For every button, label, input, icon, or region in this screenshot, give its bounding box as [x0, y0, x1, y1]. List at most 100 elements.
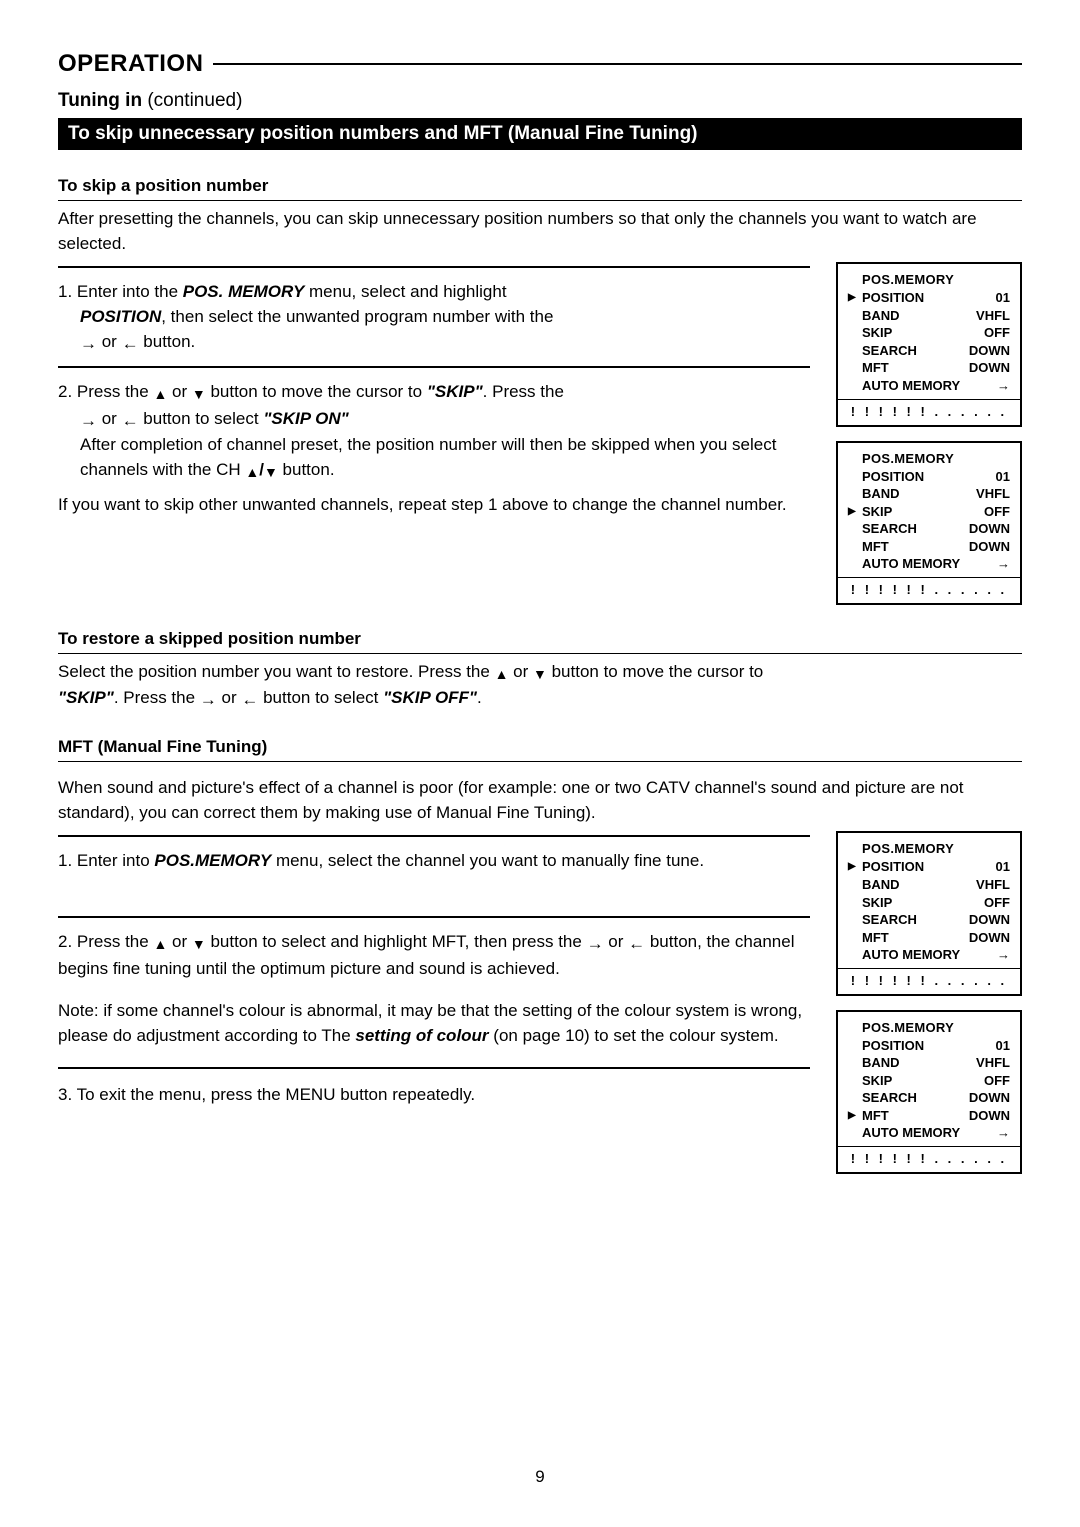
t: 3. To exit the menu, press the MENU butt…: [58, 1083, 810, 1108]
pos-memory-label: POS. MEMORY: [183, 282, 305, 301]
t: button.: [278, 460, 335, 479]
t: or: [167, 932, 192, 951]
osd-row-label: SKIP: [862, 894, 892, 912]
osd-row-label: SEARCH: [862, 1089, 917, 1107]
mft-step-2: 2. Press the or button to select and hig…: [58, 916, 810, 981]
osd-row-label: AUTO MEMORY: [862, 555, 960, 573]
triangle-up-icon: [153, 932, 167, 957]
osd-row-val: DOWN: [969, 1107, 1010, 1125]
t: 2. Press the: [58, 382, 153, 401]
arrow-right-icon: [587, 932, 604, 957]
osd-row-label: POSITION: [862, 468, 924, 486]
osd-row-val: VHFL: [976, 876, 1010, 894]
t: or: [217, 688, 242, 707]
osd-row-label: MFT: [862, 1107, 889, 1125]
osd-row-val: OFF: [984, 324, 1010, 342]
osd-row-val: VHFL: [976, 307, 1010, 325]
osd-row-val: DOWN: [969, 911, 1010, 929]
mft-heading: MFT (Manual Fine Tuning): [58, 737, 1022, 757]
rule: [58, 653, 1022, 654]
skip-on-label: "SKIP ON": [263, 409, 348, 428]
t: .: [477, 688, 482, 707]
subtitle-bold: Tuning in: [58, 90, 147, 111]
setting-colour-label: setting of colour: [355, 1026, 488, 1045]
osd-row-label: MFT: [862, 538, 889, 556]
arrow-right-icon: →: [997, 377, 1010, 395]
triangle-down-icon: [192, 932, 206, 957]
mft-step-3: 3. To exit the menu, press the MENU butt…: [58, 1067, 810, 1108]
subtitle-cont: (continued): [147, 90, 242, 111]
osd-panel-1: POS.MEMORY POSITION01 BANDVHFL SKIPOFF S…: [836, 262, 1022, 426]
osd-dots: ! ! ! ! ! ! . . . . . .: [848, 973, 1010, 988]
osd-title: POS.MEMORY: [848, 451, 1010, 466]
osd-row-label: POSITION: [862, 858, 924, 876]
triangle-up-icon: [495, 662, 509, 687]
t: After completion of channel preset, the …: [80, 435, 776, 479]
t: button to select: [139, 409, 264, 428]
t: or: [97, 332, 122, 351]
osd-row-label: SKIP: [862, 324, 892, 342]
osd-row-label: POSITION: [862, 1037, 924, 1055]
skip-off-label: "SKIP OFF": [383, 688, 477, 707]
skip-label: "SKIP": [427, 382, 483, 401]
skip-step-1: 1. Enter into the POS. MEMORY menu, sele…: [58, 266, 810, 356]
osd-row-label: MFT: [862, 929, 889, 947]
t: button to move the cursor to: [206, 382, 427, 401]
arrow-right-icon: →: [997, 1124, 1010, 1142]
t: menu, select and highlight: [304, 282, 506, 301]
osd-row-label: POSITION: [862, 289, 924, 307]
arrow-left-icon: [628, 932, 645, 957]
skip-intro: After presetting the channels, you can s…: [58, 207, 1022, 256]
osd-title: POS.MEMORY: [848, 841, 1010, 856]
osd-row-label: SEARCH: [862, 520, 917, 538]
osd-row-label: SEARCH: [862, 342, 917, 360]
osd-row-label: AUTO MEMORY: [862, 377, 960, 395]
operation-title: OPERATION: [58, 50, 203, 78]
rule: [58, 761, 1022, 762]
page-number: 9: [0, 1467, 1080, 1487]
t: or: [508, 662, 533, 681]
arrow-right-icon: →: [997, 946, 1010, 964]
arrow-left-icon: [241, 688, 258, 713]
skip-repeat: If you want to skip other unwanted chann…: [58, 493, 810, 518]
arrow-right-icon: [80, 332, 97, 357]
osd-panel-3: POS.MEMORY POSITION01 BANDVHFL SKIPOFF S…: [836, 831, 1022, 995]
osd-row-val: VHFL: [976, 485, 1010, 503]
t: menu, select the channel you want to man…: [271, 851, 704, 870]
header-rule: [213, 63, 1022, 65]
triangle-down-icon: [533, 662, 547, 687]
osd-row-val: 01: [996, 1037, 1010, 1055]
mft-intro: When sound and picture's effect of a cha…: [58, 776, 1022, 825]
osd-panel-2: POS.MEMORY POSITION01 BANDVHFL SKIPOFF S…: [836, 441, 1022, 605]
osd-title: POS.MEMORY: [848, 272, 1010, 287]
t: Select the position number you want to r…: [58, 662, 495, 681]
mft-step-1: 1. Enter into POS.MEMORY menu, select th…: [58, 835, 810, 874]
rule: [58, 200, 1022, 201]
t: or: [604, 932, 629, 951]
t: 2. Press the: [58, 932, 153, 951]
t: (on page 10) to set the colour system.: [489, 1026, 779, 1045]
osd-row-label: SEARCH: [862, 911, 917, 929]
mft-note: Note: if some channel's colour is abnorm…: [58, 999, 810, 1048]
osd-row-val: DOWN: [969, 520, 1010, 538]
skip-heading: To skip a position number: [58, 176, 1022, 196]
osd-row-val: VHFL: [976, 1054, 1010, 1072]
t: , then select the unwanted program numbe…: [161, 307, 553, 326]
arrow-right-icon: [80, 409, 97, 434]
osd-panel-4: POS.MEMORY POSITION01 BANDVHFL SKIPOFF S…: [836, 1010, 1022, 1174]
osd-row-label: MFT: [862, 359, 889, 377]
arrow-right-icon: [200, 688, 217, 713]
arrow-right-icon: →: [997, 555, 1010, 573]
osd-row-label: AUTO MEMORY: [862, 1124, 960, 1142]
osd-row-label: BAND: [862, 1054, 900, 1072]
t: button to select: [258, 688, 383, 707]
osd-row-val: DOWN: [969, 359, 1010, 377]
osd-row-val: DOWN: [969, 929, 1010, 947]
t: or: [167, 382, 192, 401]
osd-row-val: OFF: [984, 503, 1010, 521]
triangle-up-icon: [245, 460, 259, 485]
restore-heading: To restore a skipped position number: [58, 629, 1022, 649]
osd-row-val: DOWN: [969, 1089, 1010, 1107]
osd-row-label: AUTO MEMORY: [862, 946, 960, 964]
osd-row-val: DOWN: [969, 538, 1010, 556]
